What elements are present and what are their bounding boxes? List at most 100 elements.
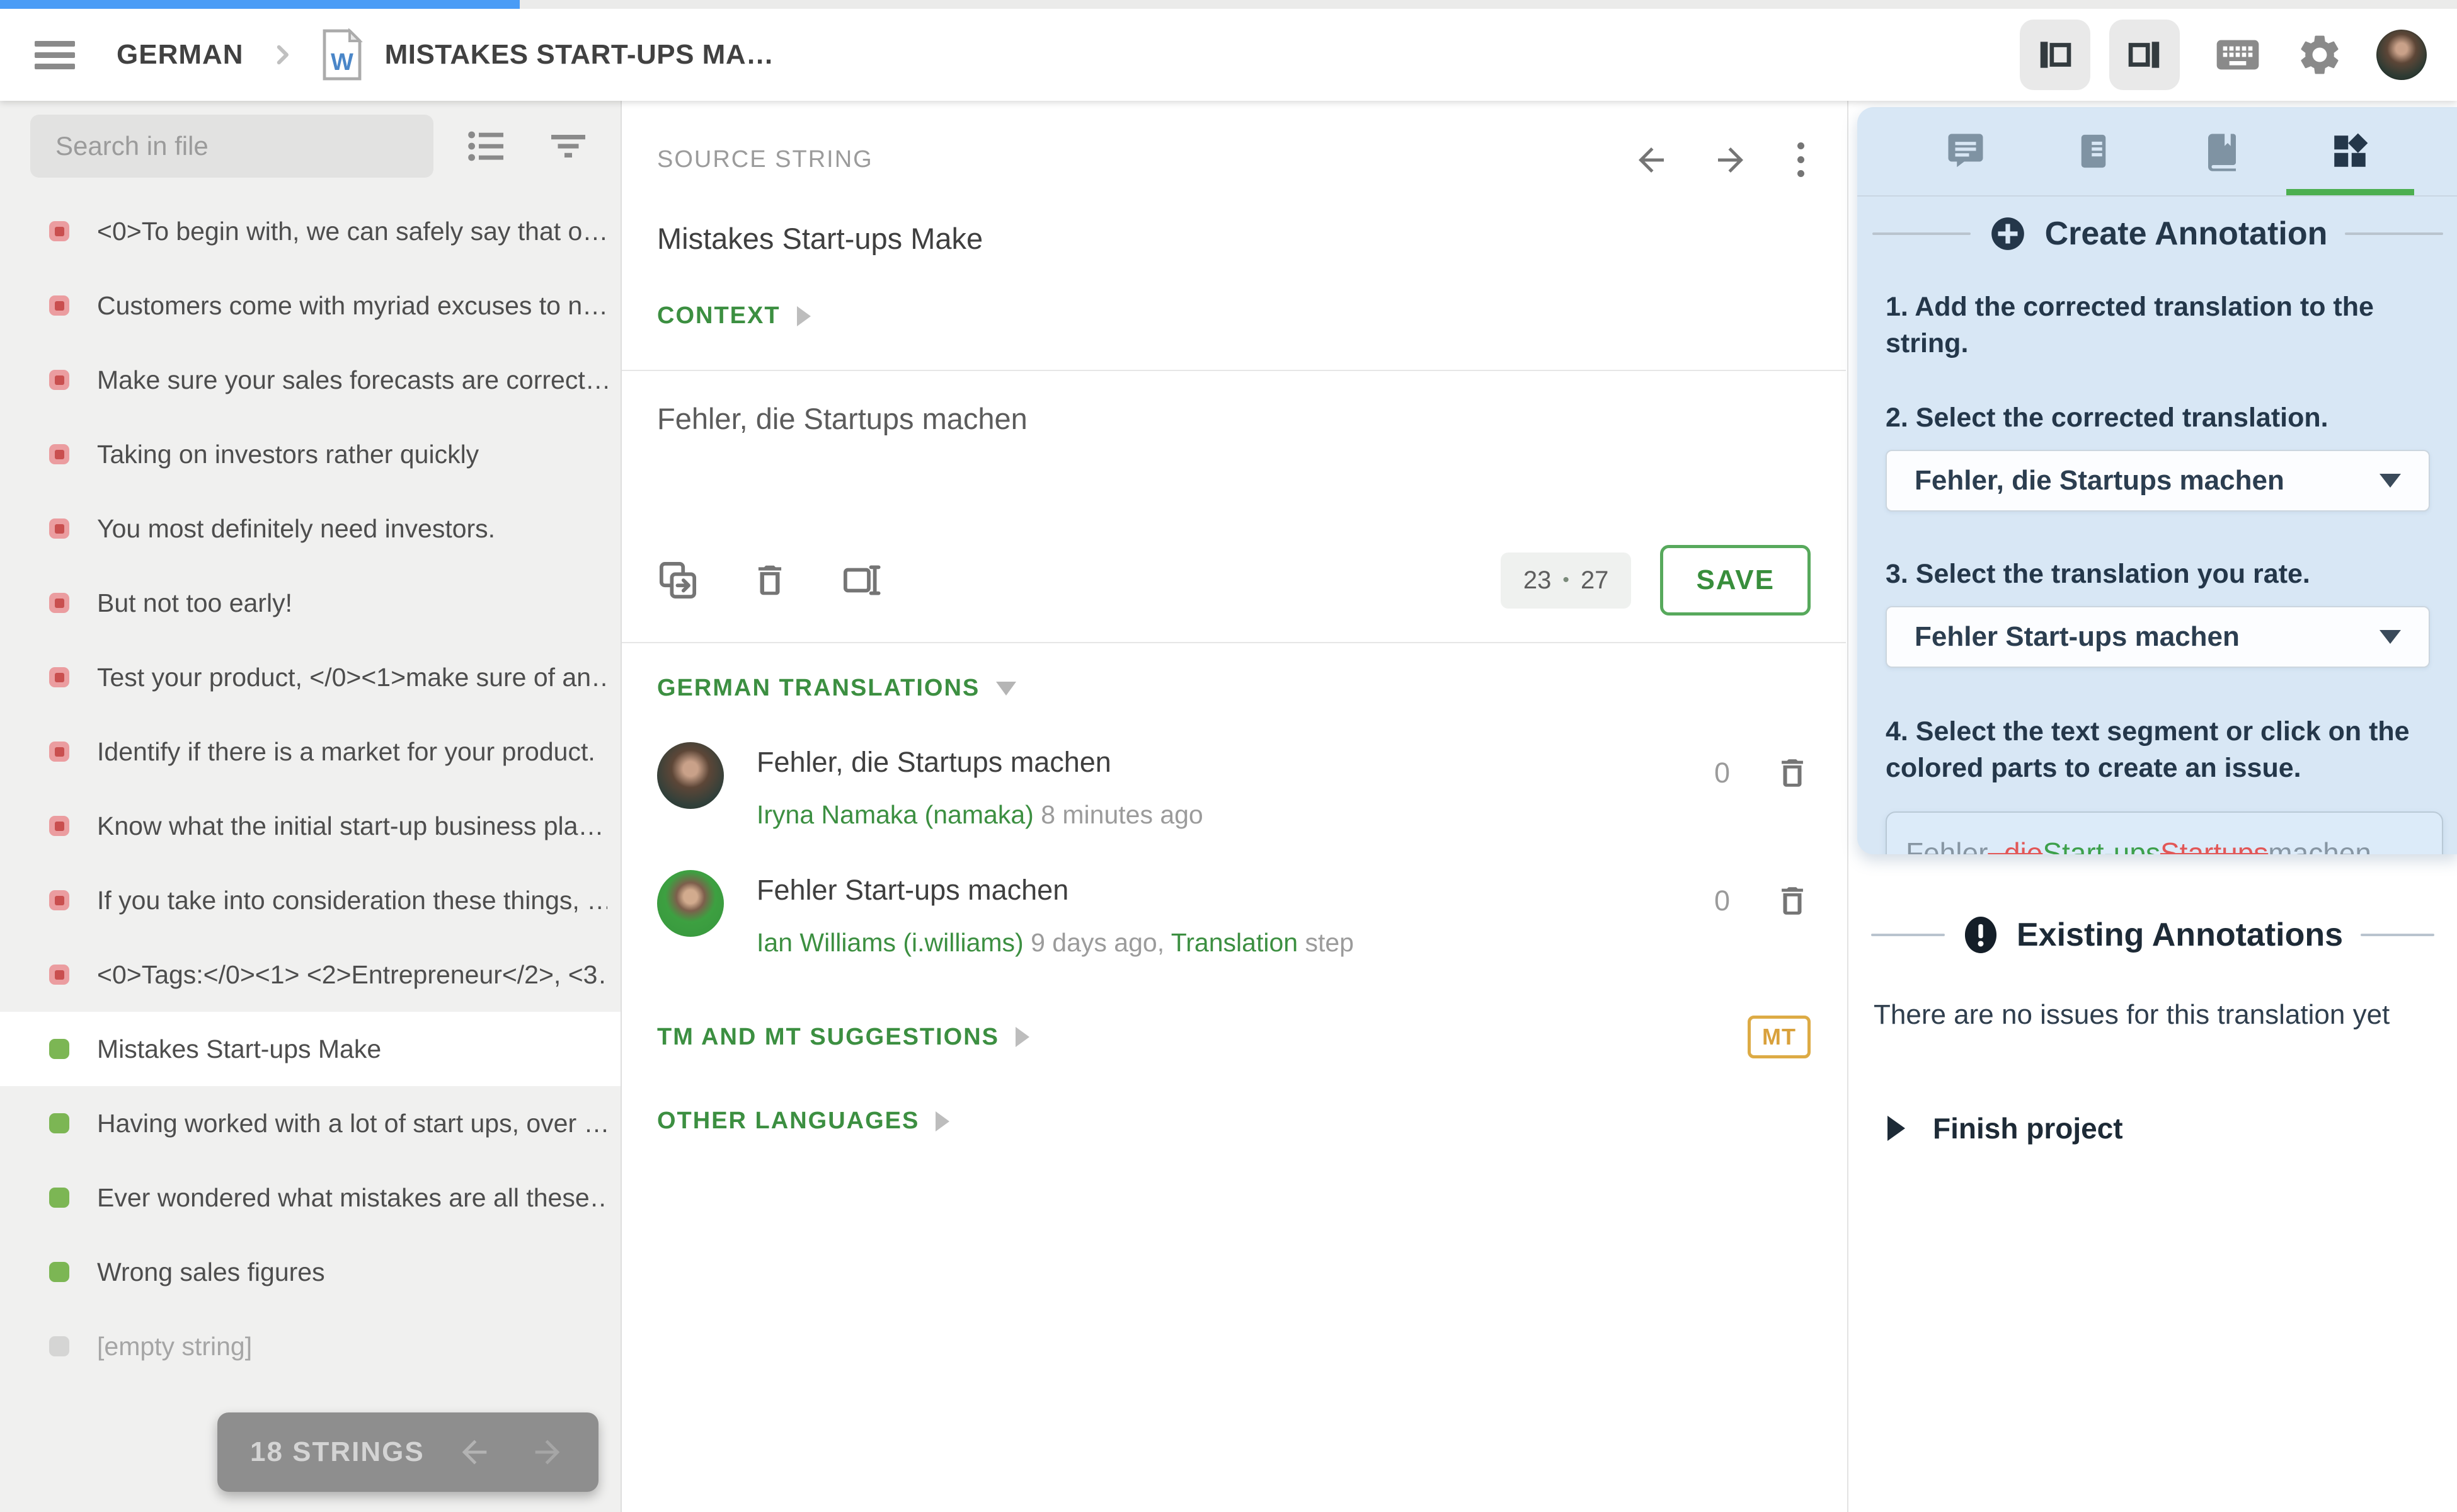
status-badge — [49, 1113, 69, 1133]
string-item[interactable]: Wrong sales figures — [0, 1235, 621, 1309]
tab-annotations-active[interactable] — [2286, 107, 2415, 195]
string-item[interactable]: Customers come with myriad excuses to n… — [0, 268, 621, 343]
list-view-icon[interactable] — [464, 123, 509, 169]
translation-author-link[interactable]: Ian Williams (i.williams) — [757, 928, 1024, 957]
existing-annotations-title: Existing Annotations — [2017, 916, 2343, 954]
tab-comments[interactable] — [1901, 107, 2030, 195]
string-item[interactable]: You most definitely need investors. — [0, 491, 621, 566]
editor-main: SOURCE STRING Mistakes Start-ups Make CO… — [622, 101, 1846, 1512]
status-badge — [49, 295, 69, 316]
delete-translation-icon[interactable] — [1774, 883, 1811, 919]
no-issues-text: There are no issues for this translation… — [1848, 999, 2457, 1031]
translator-avatar[interactable] — [657, 742, 724, 809]
string-item[interactable]: Having worked with a lot of start ups, o… — [0, 1086, 621, 1160]
status-badge — [49, 1262, 69, 1282]
string-text: [empty string] — [97, 1332, 252, 1361]
panel-left-toggle-button[interactable] — [2020, 20, 2090, 90]
status-badge — [49, 1188, 69, 1208]
string-item[interactable]: Ever wondered what mistakes are all thes… — [0, 1160, 621, 1235]
status-badge — [49, 444, 69, 464]
string-item[interactable]: Taking on investors rather quickly — [0, 417, 621, 491]
translation-votes: 0 — [1714, 757, 1730, 789]
string-item[interactable]: [empty string] — [0, 1309, 621, 1383]
translation-text: Fehler Start-ups machen — [757, 874, 1354, 907]
diff-removed[interactable]: , die — [1988, 836, 2042, 854]
string-item[interactable]: Know what the initial start-up business … — [0, 789, 621, 863]
char-count-separator: • — [1562, 570, 1569, 591]
search-input[interactable] — [30, 115, 433, 178]
diff-removed[interactable]: Startups — [2160, 836, 2268, 854]
annotation-panel: Create Annotation 1. Add the corrected t… — [1847, 101, 2457, 1512]
diff-segment[interactable]: Fehler, dieStart-ups Startups machen — [1886, 811, 2443, 854]
corrected-translation-value: Fehler, die Startups machen — [1915, 465, 2284, 496]
diff-inserted[interactable]: Start-ups — [2042, 836, 2160, 854]
text-cursor-icon[interactable] — [841, 559, 883, 601]
keyboard-shortcuts-icon[interactable] — [2213, 30, 2263, 80]
string-item[interactable]: Make sure your sales forecasts are corre… — [0, 343, 621, 417]
collapse-triangle-icon — [996, 682, 1016, 696]
diff-unchanged[interactable]: Fehler — [1906, 836, 1988, 854]
breadcrumb-chevron-icon — [269, 42, 295, 68]
copy-source-icon[interactable] — [657, 559, 699, 601]
breadcrumb-language[interactable]: GERMAN — [117, 39, 244, 71]
string-item[interactable]: <0>Tags:</0><1> <2>Entrepreneur</2>, <3… — [0, 937, 621, 1012]
string-item-selected[interactable]: Mistakes Start-ups Make — [0, 1012, 621, 1086]
plus-circle-icon — [1988, 214, 2027, 253]
create-annotation-title: Create Annotation — [2045, 215, 2328, 253]
rated-translation-dropdown[interactable]: Fehler Start-ups machen — [1886, 606, 2430, 668]
diff-unchanged[interactable]: machen — [2268, 836, 2371, 854]
hamburger-menu-icon[interactable] — [35, 35, 75, 75]
string-item[interactable]: Identify if there is a market for your p… — [0, 714, 621, 789]
expand-triangle-icon — [936, 1111, 949, 1131]
strings-pager: 18 STRINGS — [217, 1412, 598, 1492]
context-section-toggle[interactable]: CONTEXT — [657, 302, 1811, 329]
status-badge — [49, 965, 69, 985]
tab-glossary[interactable] — [2158, 107, 2286, 195]
expand-triangle-icon — [797, 306, 811, 326]
translation-entry: Fehler, die Startups machen Iryna Namaka… — [622, 702, 1846, 830]
translation-author-link[interactable]: Iryna Namaka (namaka) — [757, 800, 1034, 829]
create-annotation-card: Create Annotation 1. Add the corrected t… — [1857, 107, 2457, 854]
panel-right-toggle-button[interactable] — [2109, 20, 2180, 90]
string-text: Having worked with a lot of start ups, o… — [97, 1109, 607, 1138]
filter-icon[interactable] — [546, 123, 591, 169]
gear-icon[interactable] — [2296, 31, 2344, 79]
translation-text: Fehler, die Startups machen — [757, 746, 1203, 779]
string-text: If you take into consideration these thi… — [97, 886, 607, 915]
previous-string-icon[interactable] — [1632, 141, 1670, 179]
corrected-translation-dropdown[interactable]: Fehler, die Startups machen — [1886, 450, 2430, 512]
string-item[interactable]: <0>To begin with, we can safely say that… — [0, 194, 621, 268]
string-text: Make sure your sales forecasts are corre… — [97, 365, 607, 395]
header-actions — [2020, 20, 2427, 90]
delete-translation-icon[interactable] — [1774, 755, 1811, 791]
german-translations-toggle[interactable]: GERMAN TRANSLATIONS — [657, 675, 1811, 702]
other-languages-toggle[interactable]: OTHER LANGUAGES — [657, 1108, 1811, 1135]
status-badge — [49, 593, 69, 613]
string-item[interactable]: If you take into consideration these thi… — [0, 863, 621, 937]
tab-document[interactable] — [2030, 107, 2158, 195]
string-text: Know what the initial start-up business … — [97, 811, 604, 841]
source-string-label: SOURCE STRING — [657, 146, 873, 173]
string-item[interactable]: But not too early! — [0, 566, 621, 640]
clear-translation-trash-icon[interactable] — [750, 561, 789, 600]
tm-suggestions-toggle[interactable]: TM AND MT SUGGESTIONS — [657, 1024, 1029, 1051]
triangle-icon — [1887, 1116, 1905, 1141]
finish-project-toggle[interactable]: Finish project — [1848, 1111, 2457, 1145]
pager-prev-icon[interactable] — [456, 1434, 493, 1470]
next-string-icon[interactable] — [1712, 141, 1750, 179]
finish-project-label: Finish project — [1933, 1111, 2123, 1145]
pager-next-icon[interactable] — [529, 1434, 566, 1470]
status-badge — [49, 221, 69, 241]
translation-input[interactable]: Fehler, die Startups machen — [622, 371, 1846, 522]
status-badge — [49, 742, 69, 762]
rule-line — [1871, 934, 1945, 936]
status-badge — [49, 667, 69, 687]
progress-bar — [0, 0, 520, 9]
string-item[interactable]: Test your product, </0><1>make sure of a… — [0, 640, 621, 714]
more-options-icon[interactable] — [1791, 140, 1811, 180]
save-button[interactable]: SAVE — [1660, 545, 1811, 616]
string-text: Customers come with myriad excuses to n… — [97, 291, 607, 321]
user-avatar[interactable] — [2376, 30, 2427, 80]
translator-avatar[interactable] — [657, 870, 724, 937]
translation-step-link[interactable]: Translation — [1171, 928, 1298, 957]
